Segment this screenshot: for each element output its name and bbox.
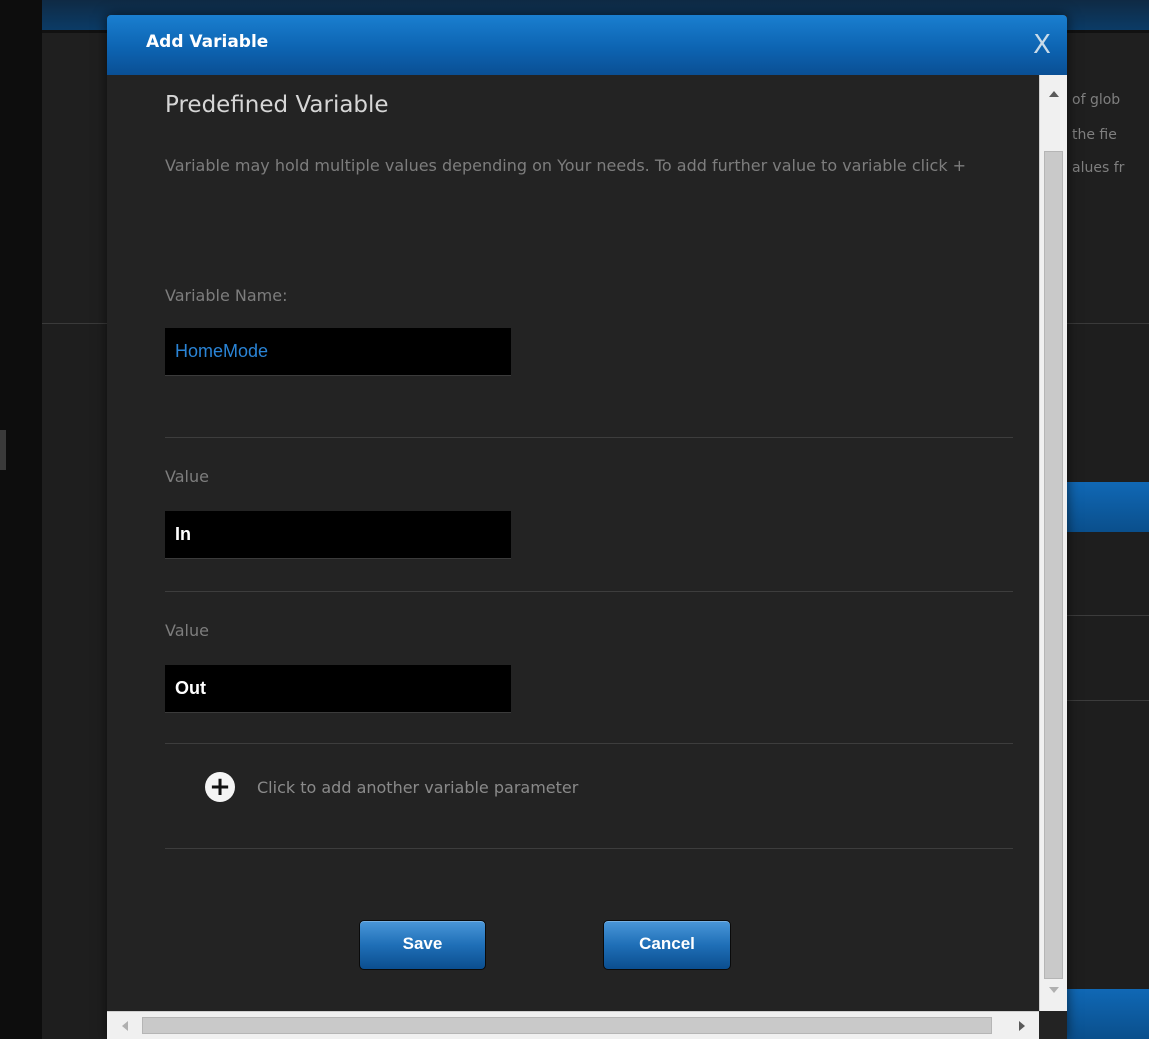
vertical-scrollbar[interactable] (1039, 75, 1067, 1011)
scroll-up-arrow-icon[interactable] (1049, 91, 1059, 97)
dialog-title: Add Variable (146, 32, 269, 52)
divider (165, 591, 1013, 592)
add-parameter-button[interactable]: + Click to add another variable paramete… (205, 770, 578, 804)
cancel-button[interactable]: Cancel (603, 920, 731, 970)
dialog-content: Predefined Variable Variable may hold mu… (107, 75, 1039, 1011)
description-text: Variable may hold multiple values depend… (165, 156, 967, 175)
background-divider (1066, 615, 1149, 616)
scrollbar-corner (1039, 1011, 1067, 1039)
scroll-down-arrow-icon[interactable] (1049, 987, 1059, 993)
vertical-scroll-thumb[interactable] (1044, 151, 1063, 979)
close-button[interactable]: X (1023, 27, 1061, 63)
variable-name-input[interactable] (165, 328, 511, 376)
background-blue-header (1066, 482, 1149, 532)
horizontal-scrollbar[interactable] (107, 1011, 1039, 1039)
scroll-left-arrow-icon[interactable] (122, 1021, 128, 1031)
section-heading: Predefined Variable (165, 92, 389, 118)
add-parameter-label[interactable]: Click to add another variable parameter (257, 778, 578, 797)
background-divider (1066, 700, 1149, 701)
background-blue-footer (1066, 989, 1149, 1039)
divider (165, 437, 1013, 438)
variable-name-label: Variable Name: (165, 286, 288, 305)
add-variable-dialog: Add Variable X Predefined Variable Varia… (107, 15, 1067, 1039)
background-rail-handle (0, 430, 6, 470)
background-text: of glob (1072, 92, 1121, 108)
background-text: alues fr (1072, 160, 1125, 176)
divider (165, 848, 1013, 849)
plus-circle-icon[interactable]: + (205, 772, 235, 802)
horizontal-scroll-thumb[interactable] (142, 1017, 992, 1034)
save-button[interactable]: Save (359, 920, 486, 970)
scroll-right-arrow-icon[interactable] (1019, 1021, 1025, 1031)
value-label: Value (165, 621, 209, 640)
background-text: the fie (1072, 127, 1117, 143)
value-input[interactable] (165, 665, 511, 713)
value-input[interactable] (165, 511, 511, 559)
background-left-rail (0, 0, 42, 1039)
dialog-titlebar: Add Variable X (107, 15, 1067, 75)
divider (165, 743, 1013, 744)
value-label: Value (165, 467, 209, 486)
